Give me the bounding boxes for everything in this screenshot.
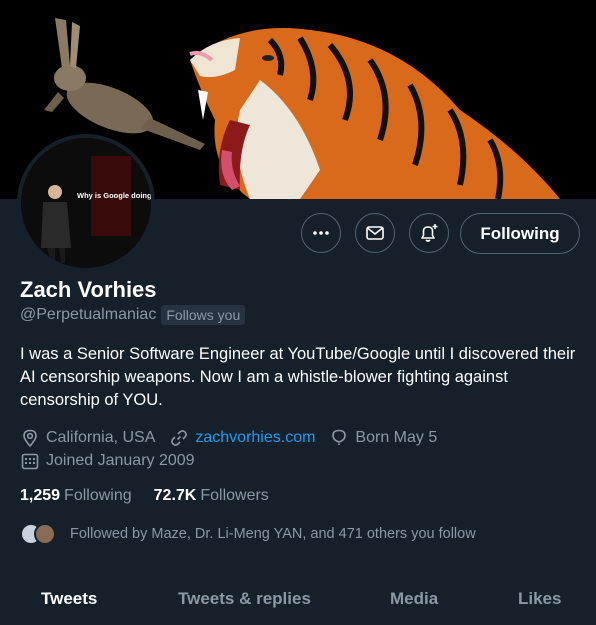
joined-text: Joined January 2009 (46, 452, 195, 469)
message-button[interactable] (355, 213, 395, 253)
bell-plus-icon (421, 224, 438, 242)
birthday-text: Born May 5 (355, 429, 438, 446)
website-link[interactable]: zachvorhies.com (195, 429, 315, 447)
more-horizontal-icon (313, 231, 329, 235)
balloon-icon (332, 429, 347, 445)
location: California, USA (20, 428, 155, 448)
tab-tweets[interactable]: Tweets (41, 589, 97, 609)
handle-row: @Perpetualmaniac Follows you (20, 305, 246, 325)
avatar-frame[interactable]: Why is Google doing this? (17, 134, 155, 272)
profile-joined-row: Joined January 2009 (20, 451, 209, 471)
follow-stats: 1,259 Following 72.7K Followers (20, 487, 291, 505)
tab-likes[interactable]: Likes (518, 589, 561, 609)
profile-tabs: Tweets Tweets & replies Media Likes (0, 583, 596, 625)
link-icon (171, 430, 188, 446)
avatar-image: Why is Google doing this? (21, 138, 151, 268)
tab-tweets-replies[interactable]: Tweets & replies (178, 589, 311, 609)
calendar-icon (21, 453, 39, 470)
envelope-icon (366, 226, 384, 240)
mutual-avatars (20, 523, 56, 545)
location-text: California, USA (46, 429, 156, 446)
location-pin-icon (23, 429, 37, 448)
following-button[interactable]: Following (460, 213, 580, 254)
avatar[interactable]: Why is Google doing this? (21, 138, 151, 268)
birthday: Born May 5 (329, 428, 437, 448)
tab-media[interactable]: Media (390, 589, 438, 609)
avatar-caption: Why is Google doing this? (77, 191, 151, 200)
followers-label: Followers (200, 487, 269, 504)
following-label: Following (64, 487, 132, 504)
profile-name: Zach Vorhies (20, 277, 157, 302)
followed-by-row[interactable]: Followed by Maze, Dr. Li-Meng YAN, and 4… (20, 523, 476, 545)
profile-bio: I was a Senior Software Engineer at YouT… (20, 345, 576, 409)
followed-by-text: Followed by Maze, Dr. Li-Meng YAN, and 4… (70, 526, 476, 542)
follows-you-badge: Follows you (161, 305, 246, 325)
more-button[interactable] (301, 213, 341, 253)
mutual-avatar (34, 523, 56, 545)
following-stat[interactable]: 1,259 Following (20, 487, 132, 505)
profile-handle: @Perpetualmaniac (20, 306, 157, 323)
followers-count: 72.7K (153, 487, 197, 504)
website[interactable]: zachvorhies.com (169, 428, 315, 448)
profile-meta-row: California, USA zachvorhies.com Born May… (20, 428, 451, 448)
following-count: 1,259 (20, 487, 61, 504)
followers-stat[interactable]: 72.7K Followers (154, 487, 269, 505)
joined: Joined January 2009 (20, 451, 195, 471)
notifications-button[interactable] (409, 213, 449, 253)
